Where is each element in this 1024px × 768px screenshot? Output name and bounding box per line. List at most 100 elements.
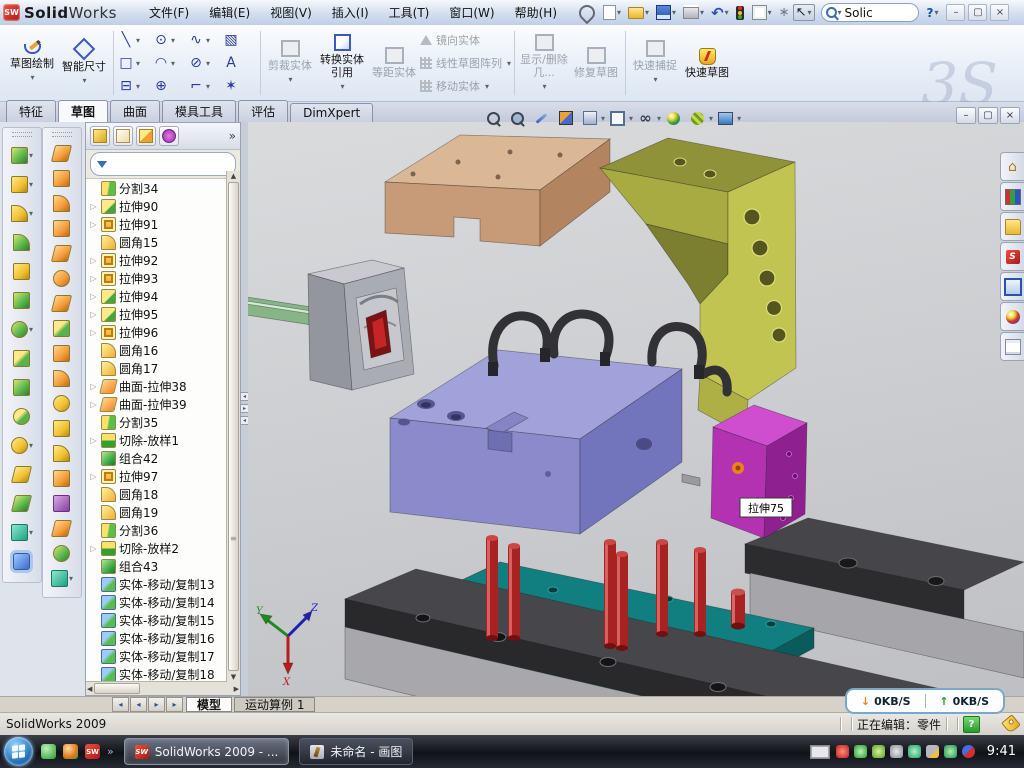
- volume-icon[interactable]: [890, 745, 903, 758]
- command-tab[interactable]: 草图: [58, 100, 108, 122]
- messenger-icon[interactable]: [41, 744, 56, 759]
- knit-surface-icon[interactable]: [51, 316, 73, 341]
- tree-item[interactable]: ▷ 拉伸96: [86, 323, 227, 341]
- dimxpert-manager-tab[interactable]: [159, 126, 179, 146]
- trim-entities-button[interactable]: 剪裁实体▾: [264, 25, 316, 101]
- selection-filter-icon[interactable]: [734, 5, 747, 21]
- surface-sweep-icon[interactable]: [51, 191, 73, 216]
- side-block[interactable]: [711, 405, 807, 538]
- shell-icon[interactable]: [11, 257, 33, 286]
- repair-sketch-button[interactable]: 修复草图: [570, 25, 622, 101]
- view-settings-icon[interactable]: ▾: [715, 108, 741, 128]
- view-orientation-icon[interactable]: ▾: [579, 108, 605, 128]
- scroll-up-icon[interactable]: ▲: [231, 172, 236, 180]
- expand-arrow-icon[interactable]: ▷: [89, 436, 98, 445]
- search-tab[interactable]: [1000, 242, 1024, 271]
- smart-dimension-button[interactable]: 智能尺寸▾: [58, 25, 110, 101]
- core-block[interactable]: [248, 260, 414, 390]
- command-tab[interactable]: 曲面: [110, 100, 160, 122]
- offset-entities-button[interactable]: 等距实体: [368, 25, 420, 101]
- undo-icon[interactable]: ▾: [709, 3, 731, 23]
- display-style-icon[interactable]: ▾: [607, 108, 633, 128]
- browser-icon[interactable]: [63, 744, 78, 759]
- expand-arrow-icon[interactable]: ▷: [89, 310, 98, 319]
- ruled-surface-icon[interactable]: [51, 516, 73, 541]
- instant3d-icon[interactable]: [11, 547, 33, 576]
- taskbar-window-button[interactable]: 未命名 - 画图: [299, 738, 413, 765]
- circle-icon[interactable]: ⊙▾: [152, 32, 187, 48]
- scroll-thumb[interactable]: [94, 683, 140, 694]
- print-icon[interactable]: ▾: [681, 6, 706, 20]
- freeform-icon[interactable]: [51, 491, 73, 516]
- linear-pattern-button[interactable]: 线性草图阵列▾: [420, 52, 511, 75]
- new-file-icon[interactable]: ▾: [601, 4, 623, 21]
- pattern-icon[interactable]: ▾: [11, 315, 33, 344]
- expand-arrow-icon[interactable]: ▷: [89, 274, 98, 283]
- line-icon[interactable]: ╲▾: [117, 32, 152, 48]
- axis-icon[interactable]: [11, 489, 33, 518]
- tree-item[interactable]: 圆角15: [86, 233, 227, 251]
- display-delete-relations-button[interactable]: 显示/删除几...▾: [518, 25, 570, 101]
- untrim-surface-icon[interactable]: [51, 441, 73, 466]
- tree-horizontal-scrollbar[interactable]: ◀ ▶: [86, 681, 240, 695]
- fillet-icon[interactable]: ▾: [11, 199, 33, 228]
- tree-filter-input[interactable]: [90, 152, 236, 176]
- move-entities-button[interactable]: 移动实体▾: [420, 75, 511, 98]
- tree-item[interactable]: 实体-移动/复制18: [86, 665, 227, 681]
- menu-item[interactable]: 视图(V): [260, 1, 322, 24]
- surface-loft-icon[interactable]: [51, 216, 73, 241]
- property-manager-tab[interactable]: [113, 126, 133, 146]
- antivirus-shield-icon[interactable]: [836, 745, 849, 758]
- move-copy-body-icon[interactable]: [11, 402, 33, 431]
- tree-item[interactable]: 分割34: [86, 179, 227, 197]
- sketch-text-icon[interactable]: A: [222, 55, 257, 71]
- zoom-area-icon[interactable]: [507, 108, 529, 128]
- expand-arrow-icon[interactable]: ▷: [89, 328, 98, 337]
- doc-close-button[interactable]: ×: [1000, 107, 1020, 124]
- search-input[interactable]: Solic: [845, 6, 873, 20]
- spline-curve-icon[interactable]: ▾: [11, 518, 33, 547]
- hide-show-items-icon[interactable]: ▾: [635, 108, 661, 128]
- expand-arrow-icon[interactable]: ▷: [89, 220, 98, 229]
- tree-item[interactable]: ▷ 切除-放样2: [86, 539, 227, 557]
- ellipse-icon[interactable]: ⊘▾: [187, 55, 222, 71]
- expand-arrow-icon[interactable]: ▷: [89, 292, 98, 301]
- tree-item[interactable]: 分割35: [86, 413, 227, 431]
- model-tab[interactable]: 模型: [186, 697, 232, 712]
- expand-arrow-icon[interactable]: ▷: [89, 202, 98, 211]
- chamfer-icon[interactable]: [11, 228, 33, 257]
- tab-nav-arrow[interactable]: ◂: [130, 697, 147, 712]
- select-tool[interactable]: ▾: [793, 4, 815, 21]
- health-shield-icon[interactable]: [944, 745, 957, 758]
- feature-manager-tab[interactable]: [90, 126, 110, 146]
- filled-surface-icon[interactable]: [51, 266, 73, 291]
- panel-overflow-chevron[interactable]: »: [229, 129, 236, 143]
- tree-item[interactable]: 实体-移动/复制16: [86, 629, 227, 647]
- tree-item[interactable]: 实体-移动/复制13: [86, 575, 227, 593]
- menu-item[interactable]: 编辑(E): [199, 1, 260, 24]
- expand-arrow-icon[interactable]: ▷: [89, 544, 98, 553]
- minimize-button[interactable]: –: [946, 4, 965, 21]
- doc-minimize-button[interactable]: –: [956, 107, 976, 124]
- quick-tips-button[interactable]: ?: [963, 716, 980, 733]
- scroll-down-icon[interactable]: ▼: [231, 673, 236, 681]
- command-tab[interactable]: 模具工具: [162, 100, 236, 122]
- edit-appearance-icon[interactable]: [663, 108, 685, 128]
- quicklaunch-overflow-chevron[interactable]: »: [107, 745, 114, 758]
- selection-box-icon[interactable]: ▧: [222, 32, 257, 48]
- tree-item[interactable]: ▷ 拉伸90: [86, 197, 227, 215]
- expand-arrow-icon[interactable]: ▷: [89, 400, 98, 409]
- arc-icon[interactable]: ◠▾: [152, 55, 187, 71]
- convert-entities-button[interactable]: 转换实体引用▾: [316, 25, 368, 101]
- boundary-surface-icon[interactable]: [51, 241, 73, 266]
- toolbar-grip[interactable]: [12, 132, 32, 137]
- extend-surface-icon[interactable]: [51, 391, 73, 416]
- menu-item[interactable]: 窗口(W): [439, 1, 504, 24]
- tree-item[interactable]: 组合42: [86, 449, 227, 467]
- tab-nav-arrow[interactable]: ▸: [166, 697, 183, 712]
- tree-item[interactable]: ▷ 拉伸97: [86, 467, 227, 485]
- surface-extrude-icon[interactable]: [51, 141, 73, 166]
- pin-icon[interactable]: [577, 4, 598, 22]
- restore-button[interactable]: ▢: [968, 4, 987, 21]
- command-tab[interactable]: 评估: [238, 100, 288, 122]
